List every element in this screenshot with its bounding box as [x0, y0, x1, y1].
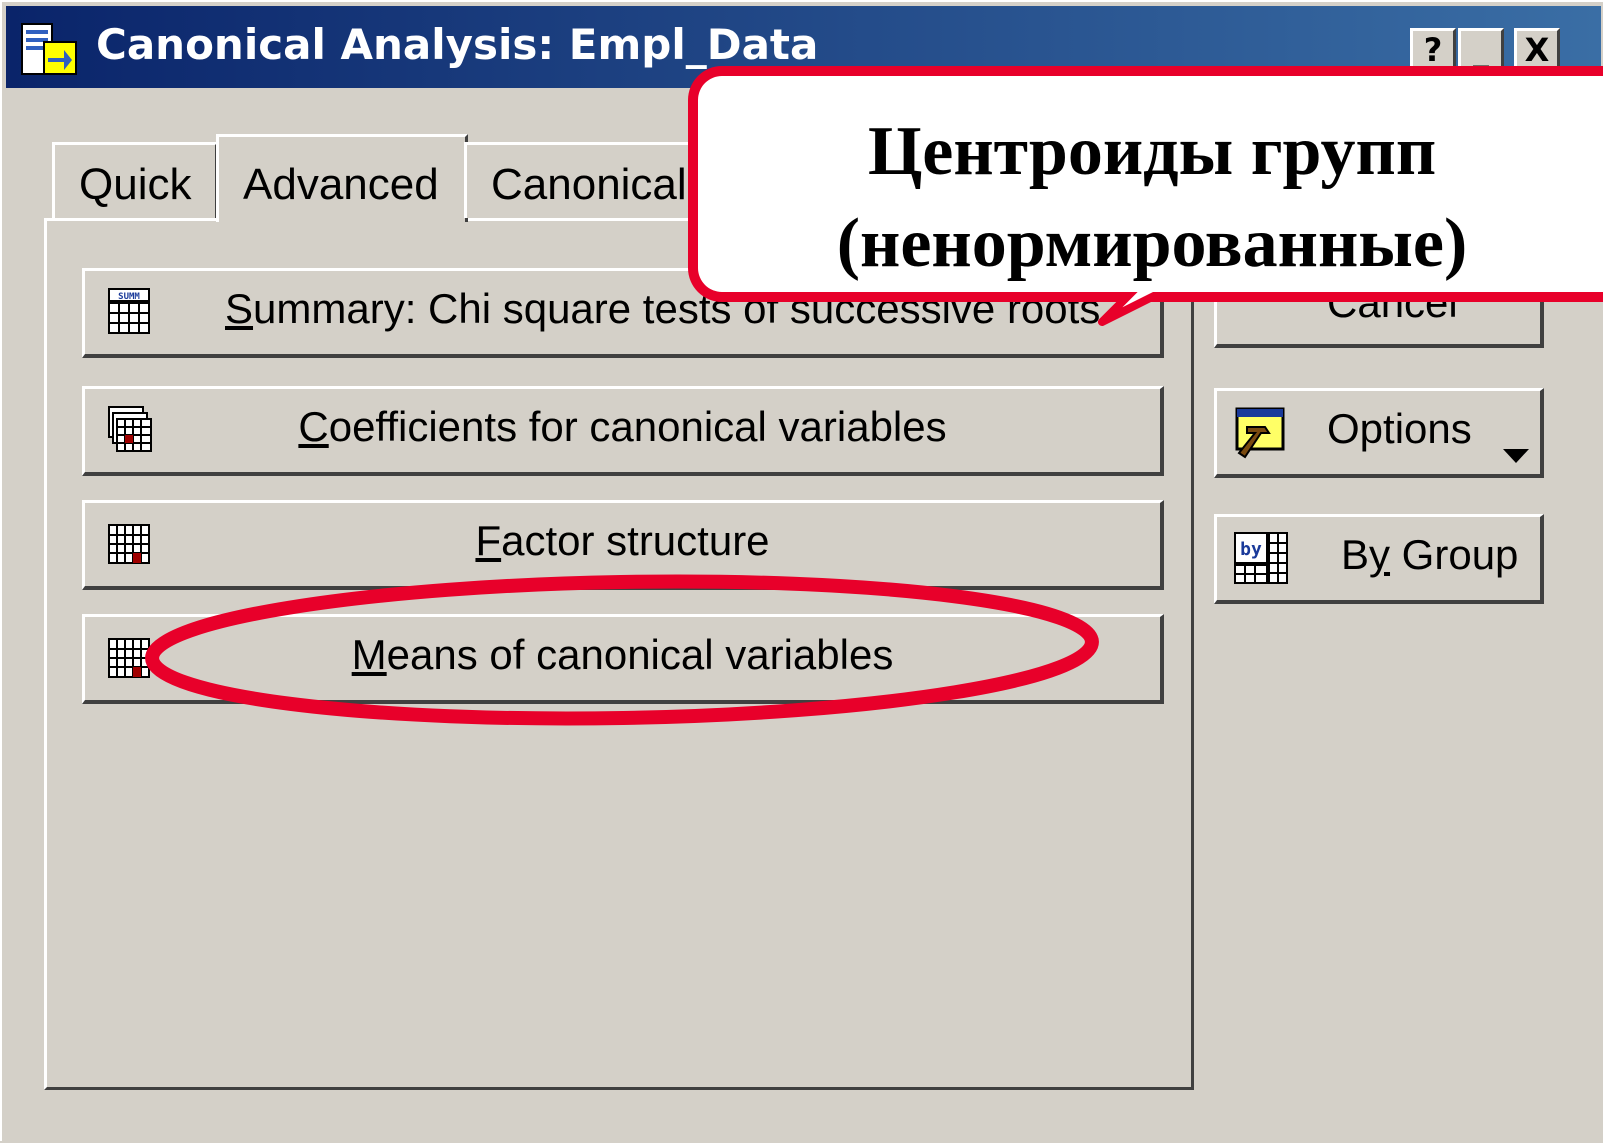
by-group-label-post: Group	[1390, 531, 1519, 578]
dropdown-arrow-icon	[1501, 427, 1531, 475]
by-group-button-label: By Group	[1341, 531, 1540, 579]
tab-canonical-label: Canonical	[491, 160, 687, 209]
tab-advanced[interactable]: Advanced	[216, 134, 468, 222]
dialog-window: Canonical Analysis: Empl_Data ? _ X Quic…	[0, 0, 1603, 1141]
means-button-label: Means of canonical variables	[85, 631, 1160, 679]
options-hammer-icon	[1231, 403, 1295, 473]
by-group-label-pre: B	[1341, 531, 1370, 578]
by-group-hotkey: y	[1369, 531, 1391, 578]
callout-line-1: Центроиды групп	[867, 113, 1437, 190]
coefficients-button-label: Coefficients for canonical variables	[85, 403, 1160, 451]
coefficients-label-rest: oefficients for canonical variables	[328, 403, 947, 450]
by-group-icon-text: by	[1240, 539, 1262, 560]
svg-text:SUMM: SUMM	[118, 292, 140, 302]
tab-canonical[interactable]: Canonical	[464, 142, 704, 218]
summary-table-icon: SUMM	[99, 283, 155, 349]
tab-quick-label: Quick	[79, 160, 192, 209]
factor-structure-button[interactable]: Factor structure	[82, 500, 1164, 590]
means-of-canonical-variables-button[interactable]: Means of canonical variables	[82, 614, 1164, 704]
window-title: Canonical Analysis: Empl_Data	[96, 20, 819, 69]
options-button[interactable]: Options	[1214, 388, 1544, 478]
factor-hotkey: F	[475, 517, 502, 564]
factor-structure-button-label: Factor structure	[85, 517, 1160, 565]
by-group-icon: by	[1231, 529, 1295, 599]
coefficients-button[interactable]: Coefficients for canonical variables	[82, 386, 1164, 476]
callout-line-2: (ненормированные)	[836, 205, 1468, 282]
tab-advanced-label: Advanced	[243, 160, 439, 209]
app-icon	[20, 22, 80, 83]
summary-hotkey: S	[225, 285, 254, 332]
by-group-button[interactable]: by By Group	[1214, 514, 1544, 604]
tab-quick[interactable]: Quick	[52, 142, 218, 220]
means-hotkey: M	[351, 631, 387, 678]
callout-text: Центроиды групп (ненормированные)	[722, 106, 1582, 290]
factor-label-rest: actor structure	[501, 517, 770, 564]
coefficients-hotkey: C	[298, 403, 329, 450]
means-label-rest: eans of canonical variables	[386, 631, 894, 678]
